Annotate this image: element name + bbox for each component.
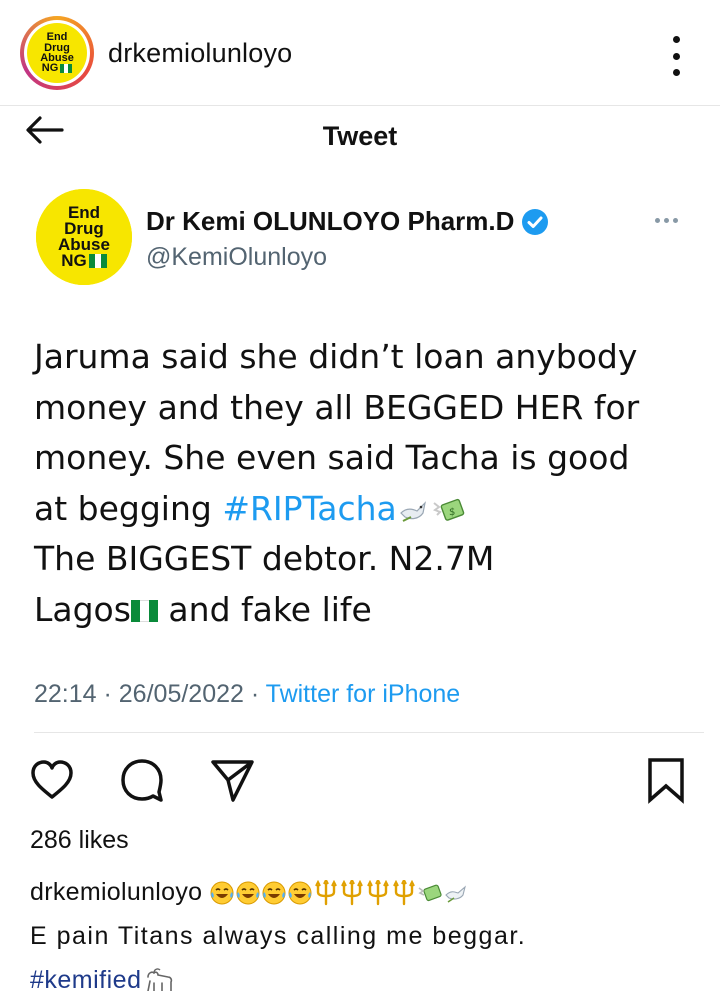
caption-text: E pain Titans always calling me beggar. [30, 922, 527, 950]
post-caption: drkemiolunloyo E pain Titans always call… [30, 870, 710, 991]
nigeria-flag-icon [130, 600, 158, 622]
svg-text:$: $ [449, 507, 455, 518]
money-with-wings-icon [418, 884, 442, 902]
tweet-timestamp: 22:14 · 26/05/2022 · Twitter for iPhone [34, 680, 461, 708]
tweet-source: Twitter for iPhone [265, 680, 461, 708]
tweet-text: Jaruma said she didn’t loan anybody mone… [34, 337, 640, 629]
caption-username[interactable]: drkemiolunloyo [30, 878, 202, 906]
tears-of-joy-icon [236, 881, 260, 905]
heart-icon[interactable] [28, 756, 76, 804]
goat-icon [146, 968, 172, 991]
horizontal-dots-icon [655, 218, 678, 223]
hashtag-link: #RIPTacha [222, 488, 397, 528]
end-drug-abuse-logo: End Drug Abuse NG [27, 23, 87, 83]
dove-icon [399, 501, 426, 522]
trident-icon [341, 878, 364, 906]
tears-of-joy-icon [288, 881, 312, 905]
bookmark-icon[interactable] [642, 756, 690, 804]
instagram-post-header: End Drug Abuse NG drkemiolunloyo [0, 0, 720, 106]
tears-of-joy-icon [262, 881, 286, 905]
nigeria-flag-icon [60, 64, 73, 74]
trident-icon [393, 878, 416, 906]
tweet-author-avatar: End Drug Abuse NG [36, 189, 132, 285]
vertical-dots-icon[interactable] [664, 36, 688, 76]
caption-emoji-row [209, 878, 469, 906]
post-action-bar [0, 756, 720, 808]
tweet-author-handle: @KemiOlunloyo [146, 243, 328, 271]
nigeria-flag-icon [88, 254, 107, 269]
likes-count[interactable]: 286 likes [30, 826, 129, 855]
tweet-author-name: Dr Kemi OLUNLOYO Pharm.D [146, 206, 550, 237]
end-drug-abuse-logo: End Drug Abuse NG [36, 189, 132, 285]
divider [34, 732, 704, 733]
tweet-page-title: Tweet [322, 121, 398, 151]
comment-bubble-icon[interactable] [118, 756, 166, 804]
post-username[interactable]: drkemiolunloyo [108, 38, 292, 69]
tears-of-joy-icon [210, 881, 234, 905]
verified-badge-icon [522, 208, 549, 235]
profile-avatar[interactable]: End Drug Abuse NG [20, 16, 94, 90]
paper-plane-icon[interactable] [208, 756, 256, 804]
caption-hashtag[interactable]: #kemified [30, 966, 142, 991]
trident-icon [315, 878, 338, 906]
dove-icon [445, 885, 467, 904]
money-with-wings-icon: $ [432, 498, 465, 521]
tweet-top-bar: Tweet [0, 107, 720, 159]
trident-icon [367, 878, 390, 906]
